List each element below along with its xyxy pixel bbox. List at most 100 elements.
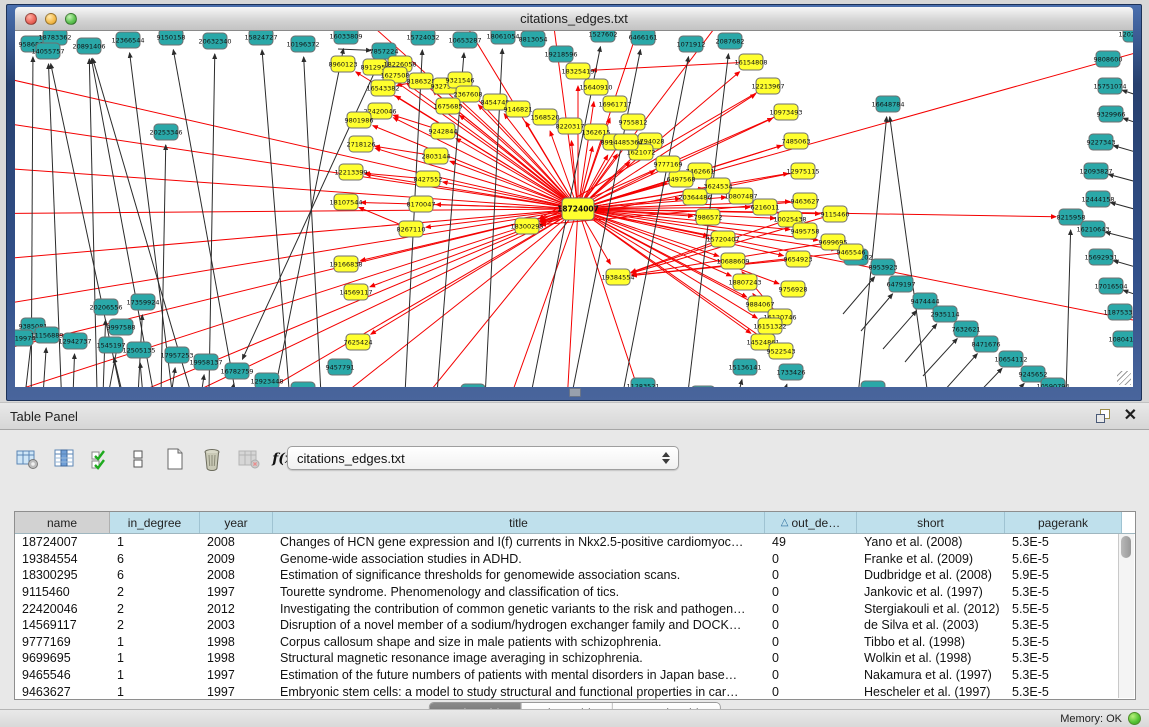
graph-node[interactable]: 9997588 xyxy=(107,319,136,335)
graph-node[interactable]: 11283521 xyxy=(626,378,659,387)
graph-node[interactable]: 3624534 xyxy=(704,178,733,194)
table-cell[interactable]: Structural magnetic resonance image aver… xyxy=(273,651,765,665)
graph-node[interactable]: 9886493 xyxy=(689,386,718,387)
table-cell[interactable]: 0 xyxy=(765,568,857,582)
graph-node[interactable]: 8170047 xyxy=(407,196,436,212)
table-cell[interactable]: de Silva et al. (2003) xyxy=(857,618,1005,632)
table-cell[interactable]: Wolkin et al. (1998) xyxy=(857,651,1005,665)
table-cell[interactable]: 18724007 xyxy=(15,535,110,549)
graph-node[interactable]: 9115460 xyxy=(821,206,850,222)
graph-node[interactable]: 6466161 xyxy=(629,31,658,45)
graph-node[interactable]: 8953923 xyxy=(869,259,898,275)
table-cell[interactable]: 2003 xyxy=(200,618,273,632)
table-select-dropdown[interactable]: citations_edges.txt xyxy=(287,446,679,470)
graph-node[interactable]: 1675685 xyxy=(434,98,463,114)
delete-column-icon[interactable] xyxy=(236,446,262,472)
graph-node[interactable]: 18107544 xyxy=(329,194,362,210)
table-cell[interactable]: Tourette syndrome. Phenomenology and cla… xyxy=(273,585,765,599)
table-cell[interactable]: 2012 xyxy=(200,602,273,616)
graph-node[interactable]: 2803144 xyxy=(422,148,451,164)
table-cell[interactable]: 5.5E-5 xyxy=(1005,602,1122,616)
graph-node[interactable]: 19384554 xyxy=(601,269,634,285)
graph-node[interactable]: 12093827 xyxy=(1079,163,1112,179)
select-columns-icon[interactable] xyxy=(88,446,114,472)
table-row[interactable]: 1830029562008Estimation of significance … xyxy=(15,567,1135,584)
graph-node[interactable]: 10718748 xyxy=(456,384,489,387)
graph-node[interactable]: 12923448 xyxy=(250,373,283,387)
graph-node[interactable]: 16543382 xyxy=(366,80,399,96)
graph-node[interactable]: 9654923 xyxy=(784,251,813,267)
table-cell[interactable]: 5.3E-5 xyxy=(1005,668,1122,682)
graph-node[interactable]: 14569117 xyxy=(339,284,372,300)
table-row[interactable]: 1456911722003Disruption of a novel membe… xyxy=(15,617,1135,634)
table-cell[interactable]: 19384554 xyxy=(15,552,110,566)
table-cell[interactable]: 5.3E-5 xyxy=(1005,635,1122,649)
table-cell[interactable]: 0 xyxy=(765,618,857,632)
table-cell[interactable]: 6 xyxy=(110,568,200,582)
graph-node[interactable]: 19218596 xyxy=(544,46,577,62)
graph-node[interactable]: 9522543 xyxy=(767,343,796,359)
table-settings-icon[interactable] xyxy=(14,446,40,472)
graph-node[interactable]: 15692931 xyxy=(1084,249,1117,265)
table-row[interactable]: 977716911998Corpus callosum shape and si… xyxy=(15,634,1135,651)
table-cell[interactable]: 22420046 xyxy=(15,602,110,616)
graph-node[interactable]: 16961717 xyxy=(598,96,631,112)
graph-node[interactable]: 8427552 xyxy=(414,171,443,187)
graph-node[interactable]: 15720407 xyxy=(706,231,739,247)
table-cell[interactable]: Yano et al. (2008) xyxy=(857,535,1005,549)
close-panel-icon[interactable]: ✕ xyxy=(1124,408,1137,424)
graph-node[interactable]: 16210643 xyxy=(1076,221,1109,237)
graph-node[interactable]: 8960123 xyxy=(329,56,358,72)
canvas-resize-grip-icon[interactable] xyxy=(1117,371,1131,385)
graph-node[interactable]: 10411572 xyxy=(856,381,889,387)
graph-node[interactable]: 9457791 xyxy=(326,359,355,375)
table-cell[interactable]: 2 xyxy=(110,602,200,616)
graph-node[interactable]: 12942737 xyxy=(58,333,91,349)
table-cell[interactable]: Embryonic stem cells: a model to study s… xyxy=(273,685,765,699)
trash-icon[interactable] xyxy=(199,446,225,472)
float-window-icon[interactable] xyxy=(1096,409,1110,423)
table-cell[interactable]: Investigating the contribution of common… xyxy=(273,602,765,616)
table-row[interactable]: 969969511998Structural magnetic resonanc… xyxy=(15,650,1135,667)
table-cell[interactable]: 1997 xyxy=(200,585,273,599)
table-cell[interactable]: 0 xyxy=(765,585,857,599)
graph-node[interactable]: 9495758 xyxy=(791,223,820,239)
graph-node[interactable]: 9808600 xyxy=(1094,51,1123,67)
graph-node[interactable]: 10973493 xyxy=(769,104,802,120)
table-cell[interactable]: Estimation of the future numbers of pati… xyxy=(273,668,765,682)
graph-node[interactable]: 9777169 xyxy=(654,156,683,172)
table-cell[interactable]: Changes of HCN gene expression and I(f) … xyxy=(273,535,765,549)
table-cell[interactable]: 9699695 xyxy=(15,651,110,665)
table-cell[interactable]: 5.3E-5 xyxy=(1005,535,1122,549)
column-header-title[interactable]: title xyxy=(273,512,765,533)
graph-node[interactable]: 15824727 xyxy=(244,31,277,45)
graph-node[interactable]: 6479197 xyxy=(887,276,916,292)
table-cell[interactable]: 2008 xyxy=(200,568,273,582)
table-cell[interactable]: Hescheler et al. (1997) xyxy=(857,685,1005,699)
table-cell[interactable]: 9115460 xyxy=(15,585,110,599)
graph-node[interactable]: 18325419 xyxy=(561,63,594,79)
graph-node[interactable]: 11875333 xyxy=(1103,304,1133,320)
graph-node[interactable]: 7632621 xyxy=(952,321,981,337)
table-cell[interactable]: 9465546 xyxy=(15,668,110,682)
table-row[interactable]: 911546021997Tourette syndrome. Phenomeno… xyxy=(15,584,1135,601)
graph-node[interactable]: 9465546 xyxy=(837,244,866,260)
table-row[interactable]: 946554611997Estimation of the future num… xyxy=(15,667,1135,684)
row-height-icon[interactable] xyxy=(125,446,151,472)
table-cell[interactable]: 5.9E-5 xyxy=(1005,568,1122,582)
table-cell[interactable]: 2009 xyxy=(200,552,273,566)
table-cell[interactable]: 2008 xyxy=(200,535,273,549)
table-cell[interactable]: 5.3E-5 xyxy=(1005,651,1122,665)
network-window-titlebar[interactable]: citations_edges.txt xyxy=(15,7,1133,31)
new-table-icon[interactable] xyxy=(162,446,188,472)
table-row[interactable]: 1872400712008Changes of HCN gene express… xyxy=(15,534,1135,551)
table-row[interactable]: 1938455462009Genome-wide association stu… xyxy=(15,551,1135,568)
table-cell[interactable]: 5.3E-5 xyxy=(1005,585,1122,599)
graph-node[interactable]: 12213967 xyxy=(751,78,784,94)
table-cell[interactable]: Franke et al. (2009) xyxy=(857,552,1005,566)
graph-node[interactable]: 12975115 xyxy=(786,163,819,179)
graph-node[interactable]: 15136141 xyxy=(728,359,761,375)
column-header-outde[interactable]: △out_de… xyxy=(765,512,857,533)
graph-node[interactable]: 2718126 xyxy=(347,136,376,152)
table-cell[interactable]: 0 xyxy=(765,602,857,616)
